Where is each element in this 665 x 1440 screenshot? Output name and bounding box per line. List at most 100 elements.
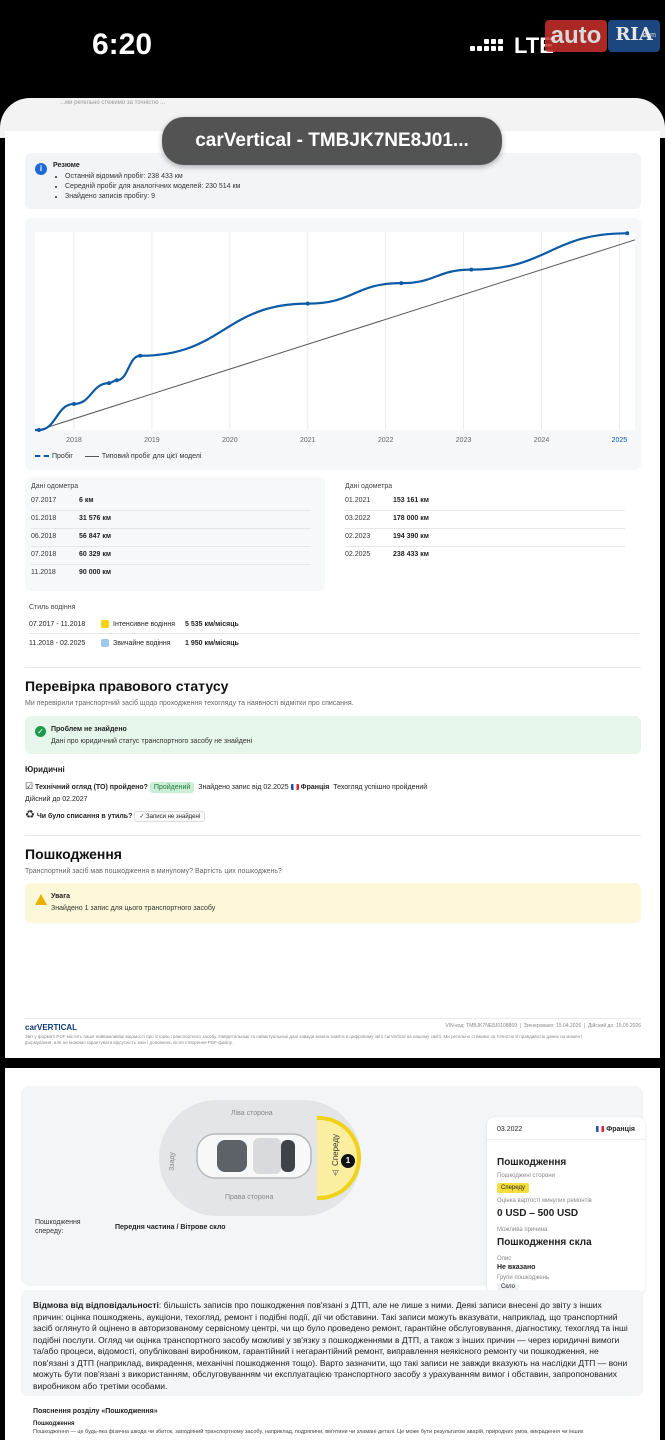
card-divider bbox=[487, 1139, 645, 1140]
driving-period: 07.2017 - 11.2018 bbox=[29, 621, 86, 628]
left-side-label: Ліва сторона bbox=[231, 1110, 273, 1117]
odometer-date: 02.2023 bbox=[345, 533, 371, 540]
carvertical-logo: carVERTICAL bbox=[25, 1023, 78, 1032]
page-footer: carVERTICAL Звіт у форматі PDF містить л… bbox=[25, 1018, 641, 1045]
driving-type: Звичайне водіння bbox=[113, 640, 171, 647]
writeoff-badge-text: Записи не знайдені bbox=[146, 814, 201, 820]
card-cost-label: Оцінка вартості минулих ремонтів bbox=[497, 1198, 592, 1204]
odometer-date: 11.2018 bbox=[31, 569, 56, 576]
damage-record-card: 03.2022 Франція Пошкодження Пошкоджені с… bbox=[487, 1117, 645, 1294]
card-date: 03.2022 bbox=[497, 1126, 523, 1133]
mileage-point bbox=[625, 231, 630, 236]
odometer-value: 178 000 км bbox=[393, 515, 429, 522]
legend-typical: Типовий пробіг для цієї моделі bbox=[101, 453, 202, 460]
card-cost-value: 0 USD – 500 USD bbox=[497, 1208, 579, 1219]
footer-vin: VIN-код: TMBJK7NE8J0108869 bbox=[445, 1023, 517, 1029]
driving-km: 5 535 км/місяць bbox=[185, 621, 239, 628]
legend-mileage: Пробіг bbox=[52, 453, 73, 460]
driving-style-row: 07.2017 - 11.2018 Інтенсивне водіння 5 5… bbox=[29, 616, 639, 634]
footer-disclaimer: Звіт у форматі PDF містить лише найважли… bbox=[25, 1034, 583, 1045]
driving-style-row: 11.2018 - 02.2025 Звичайне водіння 1 950… bbox=[29, 635, 639, 653]
rear-label: Ззаду bbox=[169, 1152, 176, 1171]
chart-legend: Пробіг Типовий пробіг для цієї моделі bbox=[35, 453, 201, 460]
front-damage-label: Пошкодження спереду: bbox=[35, 1219, 81, 1235]
check-icon: ✓ bbox=[35, 726, 46, 737]
divider bbox=[25, 667, 641, 668]
odometer-date: 01.2018 bbox=[31, 515, 57, 522]
odometer-table-right: Дані одометра 01.2021 153 161 км 03.2022 1… bbox=[339, 477, 641, 591]
mileage-point bbox=[138, 353, 143, 358]
writeoff-badge: ✓ Записи не знайдені bbox=[134, 811, 206, 822]
odometer-row: 07.2018 60 329 км bbox=[31, 547, 311, 565]
footer-meta: VIN-код: TMBJK7NE8J0108869 | Згенеровано… bbox=[445, 1023, 641, 1029]
clipboard-check-icon: ☑ bbox=[25, 781, 34, 791]
odometer-row: 02.2023 194 390 км bbox=[345, 529, 625, 547]
odometer-value: 6 км bbox=[79, 497, 94, 504]
inspection-badge: Пройдений bbox=[149, 782, 195, 793]
card-desc-value: Не вказано bbox=[497, 1264, 536, 1271]
odometer-value: 56 847 км bbox=[79, 533, 112, 540]
writeoff-row: ♻ Чи було списання в утиль? ✓ Записи не … bbox=[25, 808, 206, 822]
mileage-point bbox=[36, 427, 41, 432]
card-cause-value: Пошкодження скла bbox=[497, 1237, 592, 1248]
mileage-point bbox=[71, 401, 76, 406]
divider bbox=[25, 835, 641, 836]
inspection-row: ☑ Технічний огляд (ТО) пройдено? Пройден… bbox=[25, 781, 641, 807]
x-tick-label: 2021 bbox=[300, 437, 316, 444]
x-tick-label: 2023 bbox=[456, 437, 472, 444]
inspection-result: Техогляд успішно пройдений bbox=[333, 784, 428, 791]
disclaimer-bold: Відмова від відповідальності bbox=[33, 1300, 159, 1310]
x-tick-label: 2025 bbox=[612, 437, 628, 444]
legal-subtitle: Ми перевірили транспортний засіб щодо пр… bbox=[25, 700, 354, 707]
disclaimer-text: : більшість записів про пошкодження пов'… bbox=[33, 1300, 628, 1391]
card-title: Пошкодження bbox=[497, 1157, 567, 1168]
info-icon: i bbox=[35, 163, 47, 175]
document-title[interactable]: carVertical - TMBJK7NE8J01... bbox=[162, 117, 502, 165]
mileage-point bbox=[114, 378, 119, 383]
intensity-swatch bbox=[101, 620, 109, 628]
card-side-value: Спереду bbox=[497, 1183, 529, 1193]
driving-period: 11.2018 - 02.2025 bbox=[29, 640, 86, 647]
odometer-date: 07.2017 bbox=[31, 497, 57, 504]
status-bar: 6:20 LTE auto RIA .com bbox=[0, 0, 665, 92]
odometer-row: 02.2025 238 433 км bbox=[345, 547, 625, 565]
odometer-date: 02.2025 bbox=[345, 551, 371, 558]
previous-page-text: ...ми ретельно стежимо за точністю ... bbox=[60, 100, 166, 106]
legal-section-title: Юридичні bbox=[25, 765, 65, 774]
summary-list: Останній відомий пробіг: 238 433 км Сере… bbox=[55, 172, 240, 202]
odometer-value: 90 000 км bbox=[79, 569, 112, 576]
inspection-valid: Дійсний до 02.2027 bbox=[25, 796, 88, 803]
damage-subtitle: Транспортний засіб мав пошкодження в мин… bbox=[25, 868, 282, 875]
odometer-head: Дані одометра bbox=[345, 483, 393, 490]
damage-diagram: Ліва сторона Права сторона Ззаду ⚠ Спере… bbox=[21, 1086, 645, 1294]
x-tick-label: 2024 bbox=[534, 437, 550, 444]
clock: 6:20 bbox=[92, 28, 153, 61]
ria-watermark: RIA .com bbox=[608, 20, 660, 52]
warning-text: Знайдено 1 запис для цього транспортного… bbox=[51, 905, 216, 912]
damage-disclaimer: Відмова від відповідальності: більшість … bbox=[21, 1290, 643, 1396]
warning-title: Увага bbox=[51, 893, 71, 900]
card-country: Франція bbox=[596, 1126, 635, 1133]
report-page-1: i Резюме Останній відомий пробіг: 238 43… bbox=[5, 131, 660, 1058]
summary-item: Знайдено записів пробігу: 9 bbox=[65, 192, 240, 202]
inspection-question: Технічний огляд (ТО) пройдено? bbox=[35, 784, 148, 791]
odometer-row: 06.2018 56 847 км bbox=[31, 529, 311, 547]
legend-solid-swatch bbox=[84, 455, 99, 457]
odometer-row: 03.2022 178 000 км bbox=[345, 511, 625, 529]
summary-title: Резюме bbox=[53, 162, 80, 169]
mileage-point bbox=[305, 301, 310, 306]
intensity-swatch bbox=[101, 639, 109, 647]
explanation-text: Пошкодження — це будь-яка фізична шкода … bbox=[33, 1429, 584, 1435]
odometer-date: 01.2021 bbox=[345, 497, 371, 504]
recycle-icon: ♻ bbox=[25, 809, 35, 821]
odometer-row: 01.2018 31 576 км bbox=[31, 511, 311, 529]
damage-marker[interactable]: 1 bbox=[341, 1154, 355, 1168]
odometer-value: 238 433 км bbox=[393, 551, 429, 558]
footer-generated: Згенеровано: 15.04.2026 bbox=[523, 1023, 582, 1029]
legend-dashed-swatch bbox=[35, 455, 49, 458]
france-flag-icon bbox=[596, 1126, 605, 1133]
car-top-view-icon bbox=[196, 1133, 312, 1179]
inspection-found: Знайдено запис від 02.2025 bbox=[198, 784, 289, 791]
card-cause-label: Можлива причина bbox=[497, 1227, 548, 1233]
odometer-date: 06.2018 bbox=[31, 533, 57, 540]
